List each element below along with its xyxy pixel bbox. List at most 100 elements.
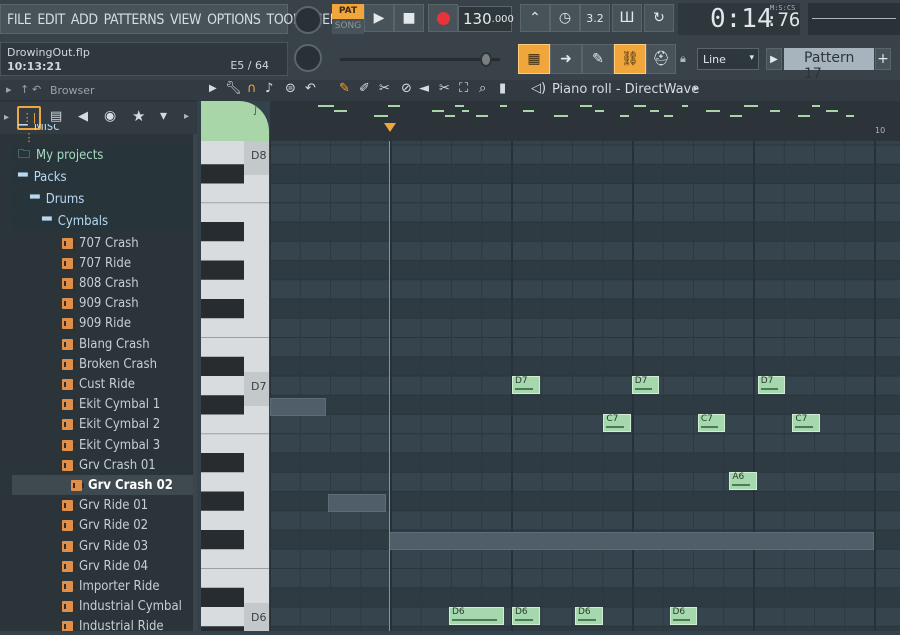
more-icon[interactable]: ▸: [184, 111, 189, 122]
browser-folder-item[interactable]: ▀▀Packs▾: [12, 167, 197, 187]
browser-file-item[interactable]: Importer Ride: [12, 576, 197, 596]
browser-folder-item[interactable]: ▀▀Misc▾: [12, 124, 197, 136]
pattern-prev-button[interactable]: ▶: [766, 48, 782, 70]
note-grid[interactable]: D7 D7 D7 C7 C7 C7 A6 D6 D6 D6 D6: [270, 141, 900, 631]
black-key[interactable]: [201, 164, 244, 183]
time-display[interactable]: 0:14 :76 M:S:CS: [678, 3, 800, 35]
wait-for-input-button[interactable]: ◷: [550, 4, 580, 32]
browser-file-item[interactable]: Ekit Cymbal 1: [12, 395, 197, 415]
speaker-filter-icon[interactable]: ◀: [78, 109, 88, 124]
master-pitch-slider[interactable]: [340, 58, 500, 61]
menu-patterns[interactable]: PATTERNS: [104, 12, 164, 28]
browser-file-item[interactable]: Grv Ride 04: [12, 556, 197, 576]
browser-folder-item[interactable]: ▀▀Drums▾: [12, 189, 197, 209]
tempo-display[interactable]: 130.000: [458, 6, 512, 32]
browser-file-item[interactable]: 707 Ride: [12, 253, 197, 273]
browser-file-item[interactable]: Broken Crash: [12, 354, 197, 374]
black-key[interactable]: [201, 453, 244, 472]
menu-options[interactable]: OPTIONS: [207, 12, 260, 28]
piano-keyboard[interactable]: D8 D7 D6: [201, 141, 269, 631]
menu-view[interactable]: VIEW: [170, 12, 201, 28]
black-key[interactable]: [201, 395, 244, 414]
playback-tool-icon[interactable]: ▮: [499, 81, 506, 96]
note-c7[interactable]: C7: [603, 414, 631, 432]
black-key[interactable]: [201, 530, 244, 549]
draw-tool-icon[interactable]: ✎: [339, 81, 350, 96]
note-d6[interactable]: D6: [449, 607, 504, 625]
black-key[interactable]: [201, 588, 244, 607]
undo-icon[interactable]: ↶: [32, 83, 41, 96]
black-key[interactable]: [201, 626, 244, 631]
browser-file-item[interactable]: Grv Ride 01: [12, 496, 197, 516]
play-button[interactable]: ▶: [364, 4, 394, 32]
menu-edit[interactable]: EDIT: [37, 12, 64, 28]
note-d7[interactable]: D7: [512, 376, 540, 394]
browser-file-item[interactable]: Cust Ride: [12, 374, 197, 394]
browser-file-item[interactable]: Ekit Cymbal 3: [12, 435, 197, 455]
browser-folder-item[interactable]: 🗀︎My projects: [12, 145, 197, 165]
browser-file-item[interactable]: Grv Ride 03: [12, 536, 197, 556]
browser-folder-item[interactable]: ▀▀Cymbals▾: [12, 211, 197, 231]
hat-button[interactable]: ⛑: [646, 44, 676, 74]
slider-handle[interactable]: [480, 52, 492, 67]
browser-collapse-icon[interactable]: ▸: [4, 112, 9, 123]
globe-filter-icon[interactable]: ◉: [104, 108, 116, 124]
add-pattern-button[interactable]: +: [875, 48, 891, 70]
browser-file-item[interactable]: Industrial Ride: [12, 617, 197, 631]
black-key[interactable]: [201, 261, 244, 280]
browser-file-item[interactable]: 909 Ride: [12, 314, 197, 334]
note-c7[interactable]: C7: [698, 414, 726, 432]
step-edit-button[interactable]: Ш: [612, 4, 642, 32]
wrench-icon[interactable]: 🔧︎: [225, 81, 242, 96]
metronome-button[interactable]: ⌃: [520, 4, 550, 32]
paint-tool-icon[interactable]: ✐: [359, 81, 370, 96]
browser-file-item[interactable]: 707 Crash: [12, 233, 197, 253]
pencil-tool-button[interactable]: ✎: [582, 44, 614, 74]
note-d7[interactable]: D7: [632, 376, 660, 394]
typing-keyboard-button[interactable]: ▦: [518, 44, 550, 74]
note-c7[interactable]: C7: [792, 414, 820, 432]
browser-file-item[interactable]: Ekit Cymbal 2: [12, 415, 197, 435]
countdown-button[interactable]: 3.2: [580, 4, 610, 32]
record-button[interactable]: [428, 4, 458, 32]
magnet-icon[interactable]: ∩: [247, 81, 257, 96]
note-d7[interactable]: D7: [758, 376, 786, 394]
browser-file-item[interactable]: 909 Crash: [12, 294, 197, 314]
undo-history-icon[interactable]: ↶: [305, 81, 316, 96]
select-tool-icon[interactable]: ⛶: [459, 81, 468, 96]
stamp-icon[interactable]: ⊜: [285, 81, 296, 96]
note-d6[interactable]: D6: [670, 607, 698, 625]
browser-file-item[interactable]: Grv Ride 02: [12, 516, 197, 536]
document-filter-icon[interactable]: ▤: [50, 109, 62, 124]
star-filter-icon[interactable]: ★: [132, 107, 145, 125]
up-arrow-icon[interactable]: ↑: [20, 83, 29, 96]
menu-add[interactable]: ADD: [71, 12, 98, 28]
note-d6[interactable]: D6: [575, 607, 603, 625]
link-button[interactable]: ⛓: [614, 44, 646, 74]
note-icon[interactable]: ♪: [265, 81, 273, 96]
menu-file[interactable]: FILE: [7, 12, 31, 28]
playlist-arrow-button[interactable]: ➜: [550, 44, 582, 74]
timeline-ruler[interactable]: 10: [270, 101, 900, 141]
note-a6[interactable]: A6: [729, 472, 757, 490]
piano-roll-menu-icon[interactable]: ▶: [209, 83, 217, 94]
black-key[interactable]: [201, 299, 244, 318]
browser-file-item[interactable]: Grv Crash 01: [12, 455, 197, 475]
mute-tool-icon[interactable]: ⊘: [401, 81, 412, 96]
title-arrow-icon[interactable]: ▸: [694, 84, 699, 94]
browser-file-item[interactable]: 808 Crash: [12, 273, 197, 293]
note-properties-corner[interactable]: ∫: [201, 101, 269, 141]
browser-scrollbar[interactable]: [193, 134, 197, 631]
pattern-selector[interactable]: Pattern 17: [784, 48, 874, 70]
browser-menu-icon[interactable]: ▸: [6, 83, 12, 96]
snap-select[interactable]: Line ▾: [697, 48, 759, 70]
browser-file-item[interactable]: Industrial Cymbal: [12, 597, 197, 617]
stop-button[interactable]: ■: [394, 4, 424, 32]
master-pitch-knob[interactable]: [294, 44, 322, 72]
slice-tool-icon[interactable]: ✂: [439, 81, 450, 96]
pat-song-switch[interactable]: PAT SONG: [332, 4, 364, 34]
loop-record-button[interactable]: ↻: [644, 4, 674, 32]
black-key[interactable]: [201, 357, 244, 376]
plugin-filter-icon[interactable]: ▾: [160, 108, 167, 124]
note-d6[interactable]: D6: [512, 607, 540, 625]
